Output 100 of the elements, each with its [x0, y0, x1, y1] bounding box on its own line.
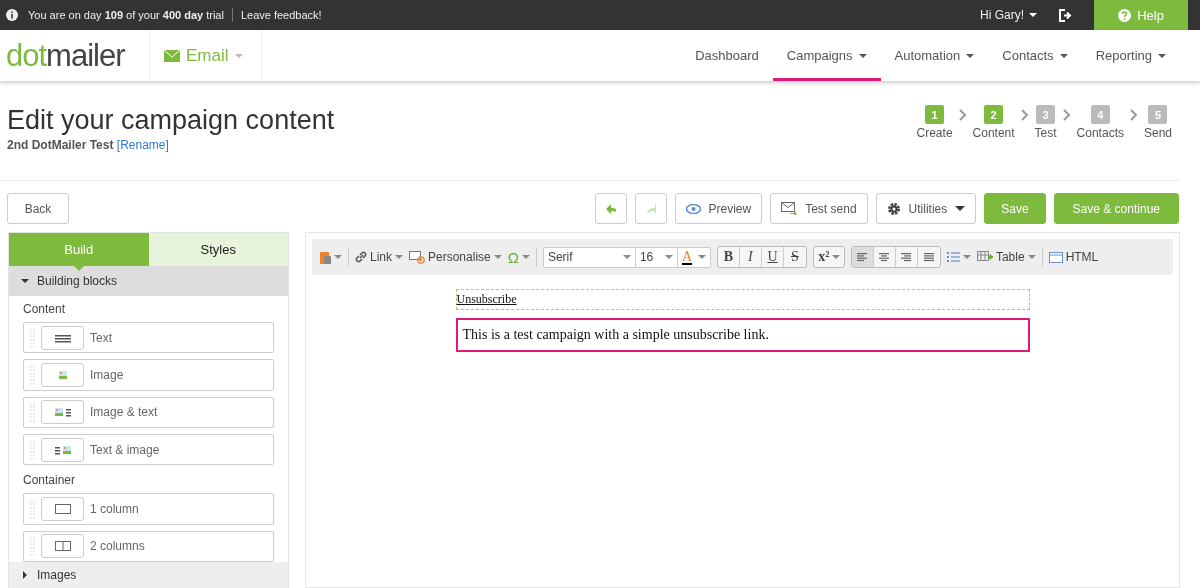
align-right-icon	[901, 252, 912, 262]
caret-icon	[962, 255, 971, 259]
caret-icon	[622, 255, 631, 259]
block-item[interactable]: 2 columns	[23, 530, 274, 562]
nav-item[interactable]: Dashboard	[681, 30, 773, 81]
drag-handle-icon	[30, 439, 35, 460]
block-item[interactable]: 1 column	[23, 493, 274, 525]
section-header[interactable]: Building blocks	[9, 266, 288, 296]
step-number: 4	[1090, 105, 1110, 124]
paste-button[interactable]	[320, 250, 342, 264]
chain-link-icon	[355, 251, 367, 263]
back-button[interactable]: Back	[7, 193, 69, 224]
step-label: Test	[1034, 126, 1057, 140]
caret-icon	[493, 255, 502, 259]
nav-item[interactable]: Campaigns	[772, 30, 881, 81]
chevron-icon	[1129, 109, 1138, 121]
panel-tab[interactable]: Styles	[148, 233, 288, 266]
block-item[interactable]: Image	[23, 359, 274, 391]
step-number: 3	[1036, 105, 1056, 124]
unsubscribe-link[interactable]: Unsubscribe	[456, 292, 517, 306]
personalise-button[interactable]: Personalise	[409, 250, 502, 264]
clipboard-icon	[320, 250, 331, 264]
rename-link[interactable]: [Rename]	[116, 138, 169, 152]
envelope-send-icon	[781, 202, 798, 215]
table-add-icon	[976, 251, 993, 263]
eye-icon	[685, 203, 701, 214]
text-lines-icon	[54, 332, 71, 343]
text-block[interactable]: This is a test campaign with a simple unsubscribe link.	[455, 318, 1030, 352]
chevron-icon	[1062, 109, 1071, 121]
drag-handle-icon	[30, 402, 35, 423]
align-left-icon	[857, 252, 868, 262]
align-justify-icon	[923, 252, 934, 262]
format-button[interactable]: I	[739, 247, 762, 267]
nav-item[interactable]: Reporting	[1081, 30, 1180, 81]
section-header[interactable]: Images	[9, 562, 288, 588]
campaign-name: 2nd DotMailer Test	[7, 138, 114, 152]
feedback-link[interactable]: Leave feedback!	[240, 9, 322, 21]
format-button[interactable]: S	[783, 247, 806, 267]
caret-icon	[234, 53, 243, 58]
settings-icon	[886, 201, 901, 216]
block-item[interactable]: Text & image	[23, 434, 274, 466]
caret-icon	[1027, 255, 1036, 259]
caret-icon	[697, 255, 706, 259]
format-button[interactable]: B	[717, 247, 740, 267]
caret-icon	[521, 255, 530, 259]
drag-handle-icon	[30, 536, 35, 557]
info-icon	[6, 9, 18, 21]
caret-icon	[334, 255, 342, 259]
chevron-icon	[958, 109, 967, 121]
bulleted-list-icon	[946, 252, 960, 262]
caret-icon	[664, 255, 673, 259]
font-select[interactable]: Serif	[543, 247, 636, 267]
envelope-icon	[164, 49, 180, 62]
personalise-icon	[409, 250, 425, 264]
caret-icon	[395, 255, 403, 259]
html-button[interactable]: HTML	[1048, 250, 1099, 264]
help-icon	[1118, 8, 1132, 22]
chevron-icon	[1020, 109, 1029, 121]
list-button[interactable]	[946, 252, 971, 262]
drag-handle-icon	[30, 327, 35, 348]
align-button[interactable]	[851, 247, 874, 267]
image-text-icon	[54, 407, 71, 418]
format-button[interactable]: U	[761, 247, 784, 267]
block-item[interactable]: Text	[23, 322, 274, 354]
image-icon	[58, 370, 67, 380]
utilities-button[interactable]: Utilities	[875, 193, 977, 224]
superscript-button[interactable]: x²	[813, 247, 844, 267]
size-select[interactable]: 16	[635, 247, 678, 267]
caret-icon	[1029, 13, 1037, 17]
step-label: Contacts	[1076, 126, 1124, 140]
one-column-icon	[54, 503, 71, 514]
step-label: Create	[916, 126, 953, 140]
block-item[interactable]: Image & text	[23, 396, 274, 428]
step-number: 2	[984, 105, 1004, 124]
caret-icon	[831, 255, 840, 259]
triangle-down-icon	[21, 277, 29, 285]
trial-message: You are on day 109 of your 400 day trial	[28, 9, 224, 21]
caret-icon	[955, 206, 966, 211]
triangle-right-icon	[21, 571, 29, 579]
code-window-icon	[1048, 251, 1063, 263]
logout-icon[interactable]	[1059, 8, 1072, 22]
text-image-icon	[54, 444, 71, 455]
step-label: Content	[972, 126, 1015, 140]
table-button[interactable]: Table	[976, 250, 1036, 264]
two-columns-icon	[54, 541, 71, 552]
user-menu[interactable]: Hi Gary!	[980, 8, 1037, 22]
preview-button[interactable]: Preview	[674, 193, 763, 224]
group-title: Container	[23, 473, 77, 488]
step-label: Send	[1143, 126, 1172, 140]
undo-button[interactable]	[594, 193, 627, 224]
page-title: Edit your campaign content	[7, 105, 335, 136]
drag-handle-icon	[30, 365, 35, 385]
link-button[interactable]: Link	[355, 250, 403, 264]
nav-item[interactable]: Automation	[880, 30, 989, 81]
nav-item[interactable]: Contacts	[988, 30, 1082, 81]
step-number: 1	[925, 105, 945, 124]
align-center-icon	[879, 252, 890, 262]
drag-handle-icon	[30, 498, 35, 519]
test-send-button[interactable]: Test send	[770, 193, 868, 224]
step-number: 5	[1148, 105, 1168, 124]
